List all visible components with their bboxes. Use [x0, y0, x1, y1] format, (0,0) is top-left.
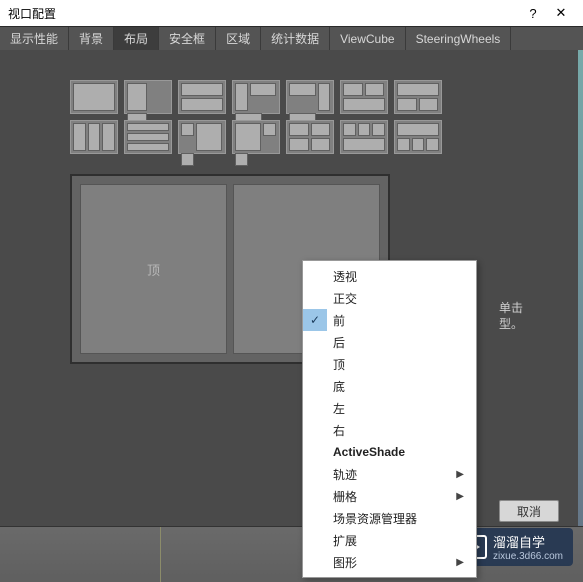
- layout-option-7[interactable]: [394, 80, 442, 114]
- layout-option-8[interactable]: [70, 120, 118, 154]
- watermark-url: zixue.3d66.com: [493, 551, 563, 562]
- chevron-right-icon: ▶: [456, 469, 464, 480]
- layout-option-4[interactable]: [232, 80, 280, 114]
- tab-stats[interactable]: 统计数据: [261, 27, 330, 50]
- close-button[interactable]: ✕: [547, 5, 575, 21]
- layout-option-3[interactable]: [178, 80, 226, 114]
- tab-layout[interactable]: 布局: [114, 27, 159, 50]
- tab-steeringwheels[interactable]: SteeringWheels: [406, 27, 512, 50]
- ctx-top[interactable]: 顶: [303, 353, 476, 375]
- preview-pane-left[interactable]: 顶: [80, 184, 227, 354]
- layout-option-10[interactable]: [178, 120, 226, 154]
- tab-display-perf[interactable]: 显示性能: [0, 27, 69, 50]
- layout-option-1[interactable]: [70, 80, 118, 114]
- right-edge-gradient: [578, 50, 583, 526]
- ctx-perspective[interactable]: 透视: [303, 265, 476, 287]
- ctx-left[interactable]: 左: [303, 397, 476, 419]
- viewport-divider: [160, 527, 161, 582]
- layout-option-13[interactable]: [340, 120, 388, 154]
- check-icon: ✓: [303, 309, 327, 331]
- tab-bar: 显示性能 背景 布局 安全框 区域 统计数据 ViewCube Steering…: [0, 26, 583, 50]
- layout-option-12[interactable]: [286, 120, 334, 154]
- ctx-extended[interactable]: 扩展: [303, 529, 476, 551]
- layout-option-2[interactable]: [124, 80, 172, 114]
- hint-text: 单击 型。: [499, 300, 523, 332]
- ctx-bottom[interactable]: 底: [303, 375, 476, 397]
- layout-option-5[interactable]: [286, 80, 334, 114]
- ctx-front[interactable]: ✓前: [303, 309, 476, 331]
- window-title: 视口配置: [8, 5, 56, 22]
- layout-grid: [70, 80, 470, 154]
- layout-option-11[interactable]: [232, 120, 280, 154]
- ctx-shape[interactable]: 图形▶: [303, 551, 476, 573]
- tab-viewcube[interactable]: ViewCube: [330, 27, 405, 50]
- ctx-ortho[interactable]: 正交: [303, 287, 476, 309]
- tab-background[interactable]: 背景: [69, 27, 114, 50]
- help-button[interactable]: ?: [519, 6, 547, 21]
- ctx-grid[interactable]: 栅格▶: [303, 485, 476, 507]
- chevron-right-icon: ▶: [456, 557, 464, 568]
- ctx-activeshade[interactable]: ActiveShade: [303, 441, 476, 463]
- ctx-tracks[interactable]: 轨迹▶: [303, 463, 476, 485]
- titlebar: 视口配置 ? ✕: [0, 0, 583, 26]
- layout-content: 顶: [0, 50, 583, 374]
- ctx-right[interactable]: 右: [303, 419, 476, 441]
- layout-option-14[interactable]: [394, 120, 442, 154]
- ctx-scene-explorer[interactable]: 场景资源管理器: [303, 507, 476, 529]
- preview-left-label: 顶: [147, 260, 160, 279]
- tab-region[interactable]: 区域: [216, 27, 261, 50]
- layout-option-9[interactable]: [124, 120, 172, 154]
- watermark-brand: 溜溜自学: [493, 532, 563, 551]
- ctx-back[interactable]: 后: [303, 331, 476, 353]
- chevron-right-icon: ▶: [456, 491, 464, 502]
- layout-option-6[interactable]: [340, 80, 388, 114]
- cancel-button[interactable]: 取消: [499, 500, 559, 522]
- tab-safeframe[interactable]: 安全框: [159, 27, 216, 50]
- context-menu: 透视 正交 ✓前 后 顶 底 左 右 ActiveShade 轨迹▶ 栅格▶ 场…: [302, 260, 477, 578]
